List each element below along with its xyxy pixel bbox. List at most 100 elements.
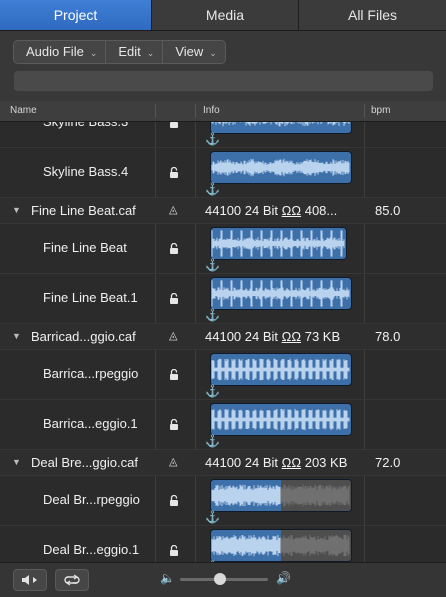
region-name: Deal Br...eggio.1	[43, 542, 140, 557]
unlock-icon[interactable]	[169, 544, 179, 556]
tempo-bpm: 72.0	[375, 455, 401, 470]
region-waveform	[211, 480, 351, 511]
audio-file-row[interactable]: ▼ Deal Bre...ggio.caf ◬ 44100 24 Bit ΩΩ 203…	[0, 450, 446, 476]
chevron-down-icon: ⌄	[89, 48, 98, 58]
region-waveform-box[interactable]	[210, 353, 352, 386]
anchor-icon[interactable]: ⚓	[205, 308, 220, 322]
audio-file-name: Deal Bre...ggio.caf	[31, 455, 138, 470]
region-waveform-box[interactable]	[210, 479, 352, 512]
region-waveform	[211, 404, 351, 435]
tab-media[interactable]: Media	[152, 0, 299, 30]
toolbar: Audio File ⌄ Edit ⌄ View ⌄	[0, 31, 446, 101]
unlock-icon[interactable]	[169, 242, 179, 254]
anchor-icon[interactable]: ⚓	[205, 434, 220, 448]
sample-rate: 44100	[205, 455, 242, 470]
preview-play-button[interactable]	[13, 569, 47, 591]
region-row[interactable]: Fine Line Beat ⚓	[0, 224, 446, 274]
region-row[interactable]: Barrica...eggio.1 ⚓	[0, 400, 446, 450]
view-menu-label: View	[175, 44, 204, 59]
lock-icon[interactable]	[169, 122, 179, 128]
region-waveform-box[interactable]	[210, 122, 352, 134]
region-waveform	[211, 228, 346, 259]
audio-file-name: Barricad...ggio.caf	[31, 329, 136, 344]
cycle-button[interactable]	[55, 569, 89, 591]
bit-depth: 24 Bit	[244, 203, 279, 218]
column-header-name[interactable]: Name	[10, 101, 37, 121]
anchor-icon[interactable]: ⚓	[205, 258, 220, 272]
region-row[interactable]: Skyline Bass.3 ⚓	[0, 122, 446, 148]
volume-low-icon: 🔈	[160, 571, 175, 585]
region-waveform-box[interactable]	[210, 529, 352, 562]
tab-all-files[interactable]: All Files	[299, 0, 446, 30]
anchor-icon[interactable]: ⚓	[205, 182, 220, 196]
region-name: Fine Line Beat.1	[43, 290, 138, 305]
edit-menu-label: Edit	[118, 44, 141, 59]
project-audio-list: Skyline Bass.3 ⚓ Skyline Bass.4 ⚓ ▼ Fine Line…	[0, 122, 446, 562]
region-row[interactable]: Skyline Bass.4 ⚓	[0, 148, 446, 198]
column-header-info[interactable]: Info	[203, 101, 220, 121]
anchor-icon[interactable]: ⚓	[205, 132, 220, 146]
unlock-icon[interactable]	[169, 292, 179, 304]
volume-slider-knob[interactable]	[214, 573, 226, 585]
tempo-bpm: 78.0	[375, 329, 401, 344]
disclosure-triangle-icon[interactable]: ▼	[12, 331, 21, 341]
region-name: Skyline Bass.3	[43, 122, 128, 129]
browser-tabs: Project Media All Files	[0, 0, 446, 31]
tempo-metronome-icon: ◬	[169, 204, 178, 216]
column-header-bpm[interactable]: bpm	[371, 101, 390, 121]
region-name: Fine Line Beat	[43, 240, 127, 255]
region-name: Skyline Bass.4	[43, 164, 129, 179]
edit-menu[interactable]: Edit ⌄	[106, 41, 164, 63]
region-waveform	[211, 278, 351, 309]
region-waveform-box[interactable]	[210, 403, 352, 436]
audio-file-menu-label: Audio File	[26, 44, 84, 59]
audio-file-row[interactable]: ▼ Barricad...ggio.caf ◬ 44100 24 Bit ΩΩ 73 …	[0, 324, 446, 350]
region-waveform	[211, 122, 351, 133]
chevron-down-icon: ⌄	[209, 48, 217, 58]
region-waveform	[211, 530, 351, 561]
region-waveform-box[interactable]	[210, 151, 352, 184]
region-row[interactable]: Fine Line Beat.1 ⚓	[0, 274, 446, 324]
tempo-metronome-icon: ◬	[169, 456, 178, 468]
column-divider[interactable]	[364, 104, 365, 118]
stereo-icon: ΩΩ	[281, 455, 302, 470]
file-size: 408...	[304, 203, 338, 218]
audio-file-name: Fine Line Beat.caf	[31, 203, 136, 218]
region-name: Deal Br...rpeggio	[43, 492, 140, 507]
column-divider[interactable]	[195, 104, 196, 118]
loop-icon	[64, 574, 80, 586]
anchor-icon[interactable]: ⚓	[205, 384, 220, 398]
volume-high-icon: 🔊	[276, 571, 291, 585]
disclosure-triangle-icon[interactable]: ▼	[12, 457, 21, 467]
view-menu[interactable]: View ⌄	[163, 41, 225, 63]
chevron-down-icon: ⌄	[146, 48, 155, 58]
audio-file-menu[interactable]: Audio File ⌄	[14, 41, 107, 63]
region-row[interactable]: Deal Br...rpeggio ⚓	[0, 476, 446, 526]
disclosure-triangle-icon[interactable]: ▼	[12, 205, 21, 215]
bottom-bar: 🔈 🔊	[0, 562, 446, 597]
region-waveform	[211, 354, 351, 385]
tab-project[interactable]: Project	[0, 0, 152, 30]
region-waveform-box[interactable]	[210, 227, 347, 260]
speaker-play-icon	[22, 575, 37, 585]
anchor-icon[interactable]: ⚓	[205, 510, 220, 524]
bit-depth: 24 Bit	[244, 329, 279, 344]
file-info: 44100 24 Bit ΩΩ 203 KB	[205, 455, 347, 470]
menu-button-group: Audio File ⌄ Edit ⌄ View ⌄	[13, 40, 226, 64]
unlock-icon[interactable]	[169, 166, 179, 178]
region-waveform-box[interactable]	[210, 277, 352, 310]
sample-rate: 44100	[205, 329, 242, 344]
file-info: 44100 24 Bit ΩΩ 408...	[205, 203, 337, 218]
audio-file-row[interactable]: ▼ Fine Line Beat.caf ◬ 44100 24 Bit ΩΩ 408.…	[0, 198, 446, 224]
region-waveform	[211, 152, 351, 183]
region-row[interactable]: Barrica...rpeggio ⚓	[0, 350, 446, 400]
stereo-icon: ΩΩ	[281, 329, 302, 344]
unlock-icon[interactable]	[169, 368, 179, 380]
unlock-icon[interactable]	[169, 418, 179, 430]
column-divider[interactable]	[155, 104, 156, 118]
sample-rate: 44100	[205, 203, 242, 218]
tempo-metronome-icon: ◬	[169, 330, 178, 342]
search-field[interactable]	[13, 70, 434, 92]
unlock-icon[interactable]	[169, 494, 179, 506]
region-row[interactable]: Deal Br...eggio.1⚓	[0, 526, 446, 562]
